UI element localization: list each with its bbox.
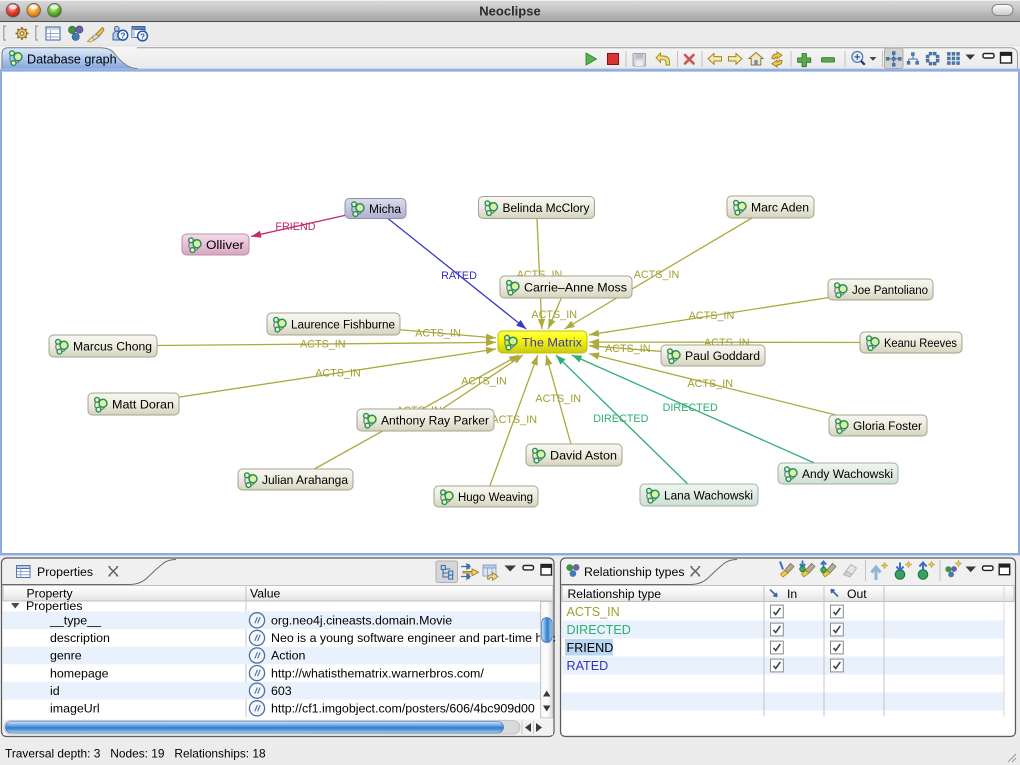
svg-text:ACTS_IN: ACTS_IN bbox=[531, 309, 577, 321]
svg-text:Hugo Weaving: Hugo Weaving bbox=[458, 490, 533, 504]
svg-text:ACTS_IN: ACTS_IN bbox=[689, 310, 735, 322]
svg-text:ACTS_IN: ACTS_IN bbox=[535, 393, 581, 405]
svg-text:DIRECTED: DIRECTED bbox=[567, 623, 631, 637]
svg-text:David Aston: David Aston bbox=[550, 448, 617, 462]
svg-text:603: 603 bbox=[271, 684, 292, 698]
svg-text:Properties: Properties bbox=[37, 565, 93, 579]
svg-text:Relationship type: Relationship type bbox=[568, 587, 662, 601]
svg-text:?: ? bbox=[120, 31, 125, 41]
svg-text:Database graph: Database graph bbox=[27, 53, 117, 67]
svg-text:Micha: Micha bbox=[369, 202, 401, 216]
svg-text:Marc Aden: Marc Aden bbox=[751, 200, 809, 214]
svg-text:Paul Goddard: Paul Goddard bbox=[685, 349, 760, 363]
svg-text:Lana Wachowski: Lana Wachowski bbox=[664, 488, 753, 502]
svg-text:Action: Action bbox=[271, 649, 306, 663]
svg-text:ACTS_IN: ACTS_IN bbox=[491, 414, 537, 426]
svg-text:Andy Wachowski: Andy Wachowski bbox=[802, 467, 893, 481]
svg-text:Carrie–Anne Moss: Carrie–Anne Moss bbox=[524, 280, 627, 294]
svg-text:?: ? bbox=[140, 31, 145, 41]
svg-text:ACTS_IN: ACTS_IN bbox=[634, 269, 680, 281]
svg-text:Marcus Chong: Marcus Chong bbox=[73, 339, 152, 353]
svg-text:Julian Arahanga: Julian Arahanga bbox=[262, 473, 348, 487]
svg-text:Relationship types: Relationship types bbox=[584, 565, 684, 579]
svg-text:Gloria Foster: Gloria Foster bbox=[853, 419, 922, 433]
svg-text:ACTS_IN: ACTS_IN bbox=[687, 378, 733, 390]
svg-text:Value: Value bbox=[250, 587, 280, 601]
svg-text:RATED: RATED bbox=[441, 270, 477, 282]
svg-text:Keanu Reeves: Keanu Reeves bbox=[884, 336, 957, 350]
svg-text:__type__: __type__ bbox=[49, 614, 102, 628]
svg-text:homepage: homepage bbox=[50, 666, 109, 680]
svg-text:DIRECTED: DIRECTED bbox=[663, 402, 718, 414]
svg-text:Traversal depth: 3 Nodes: 19: Traversal depth: 3 Nodes: 19 Relationshi… bbox=[5, 746, 266, 760]
svg-text:id: id bbox=[50, 684, 60, 698]
svg-text:Olliver: Olliver bbox=[206, 238, 244, 252]
svg-text:http://whatisthematrix.warnerb: http://whatisthematrix.warnerbros.com/ bbox=[271, 666, 484, 680]
svg-text:In: In bbox=[787, 587, 797, 601]
svg-text:FRIEND: FRIEND bbox=[275, 221, 315, 233]
svg-text:Anthony Ray Parker: Anthony Ray Parker bbox=[381, 413, 489, 427]
svg-text:Laurence Fishburne: Laurence Fishburne bbox=[291, 317, 395, 331]
svg-text:DIRECTED: DIRECTED bbox=[593, 413, 648, 425]
svg-text:ACTS_IN: ACTS_IN bbox=[300, 339, 346, 351]
svg-text:RATED: RATED bbox=[567, 659, 609, 673]
svg-text:Neo is a young software engine: Neo is a young software engineer and par… bbox=[271, 631, 555, 645]
svg-text:imageUrl: imageUrl bbox=[50, 702, 100, 716]
svg-text:Belinda McClory: Belinda McClory bbox=[503, 201, 591, 215]
svg-text:FRIEND: FRIEND bbox=[567, 641, 614, 655]
svg-text:Properties: Properties bbox=[26, 599, 82, 613]
svg-text:ACTS_IN: ACTS_IN bbox=[605, 343, 651, 355]
svg-text:ACTS_IN: ACTS_IN bbox=[415, 328, 461, 340]
svg-text:Neoclipse: Neoclipse bbox=[479, 4, 540, 19]
svg-text:Out: Out bbox=[847, 587, 867, 601]
svg-text:The Matrix: The Matrix bbox=[522, 335, 582, 349]
svg-text:description: description bbox=[50, 631, 110, 645]
svg-text:genre: genre bbox=[50, 649, 82, 663]
svg-text:org.neo4j.cineasts.domain.Movi: org.neo4j.cineasts.domain.Movie bbox=[271, 614, 452, 628]
svg-text:http://cf1.imgobject.com/poste: http://cf1.imgobject.com/posters/606/4bc… bbox=[271, 702, 535, 716]
svg-text:ACTS_IN: ACTS_IN bbox=[315, 368, 361, 380]
svg-text:Matt Doran: Matt Doran bbox=[112, 397, 174, 411]
svg-text:Joe Pantoliano: Joe Pantoliano bbox=[852, 283, 928, 297]
svg-text:ACTS_IN: ACTS_IN bbox=[567, 605, 620, 619]
svg-text:ACTS_IN: ACTS_IN bbox=[461, 376, 507, 388]
